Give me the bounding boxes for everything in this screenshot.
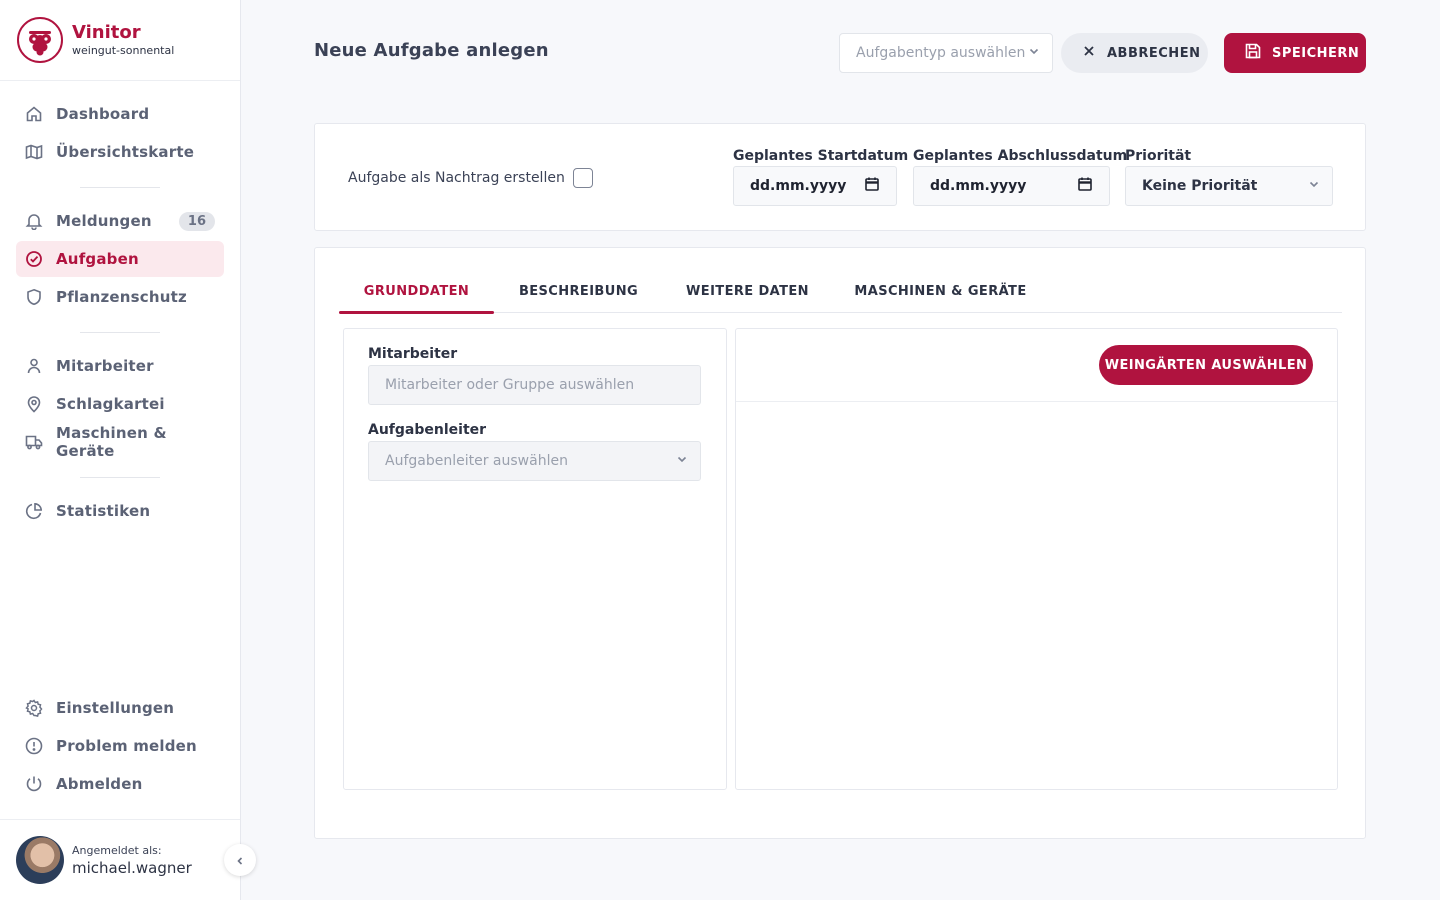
map-icon [25,143,43,161]
nav-work: Meldungen 16 Aufgaben Pflanzenschutz [16,203,224,315]
sidebar-item-machines[interactable]: Maschinen & Geräte [16,424,224,460]
map-pin-icon [25,395,43,413]
chevron-down-icon [1028,45,1040,61]
sidebar-item-settings[interactable]: Einstellungen [16,690,224,726]
nav-main: Dashboard Übersichtskarte [16,96,224,170]
sidebar-item-label: Mitarbeiter [56,357,154,375]
tenant-name: weingut-sonnental [72,44,175,57]
truck-icon [25,433,43,451]
sidebar-item-field-index[interactable]: Schlagkartei [16,386,224,422]
calendar-icon[interactable] [1077,176,1093,196]
start-date-label: Geplantes Startdatum [733,148,909,164]
sidebar-item-label: Schlagkartei [56,395,165,413]
power-icon [25,775,43,793]
cancel-label: ABBRECHEN [1107,45,1201,61]
calendar-icon[interactable] [864,176,880,196]
sidebar-item-tasks[interactable]: Aufgaben [16,241,224,277]
supplement-option: Aufgabe als Nachtrag erstellen [348,168,593,188]
sidebar-item-label: Maschinen & Geräte [56,424,167,460]
logged-in-label: Angemeldet als: [72,843,162,857]
sidebar-item-logout[interactable]: Abmelden [16,766,224,802]
basic-data-panel: Mitarbeiter Mitarbeiter oder Gruppe ausw… [343,328,727,790]
brand-name: Vinitor [72,22,141,43]
sidebar-item-label: Aufgaben [56,250,139,268]
nav-divider [80,332,160,333]
sidebar-item-label: Dashboard [56,105,150,123]
avatar [16,836,64,884]
chevron-down-icon [1308,178,1320,194]
leader-label: Aufgabenleiter [368,422,487,438]
end-date-value: dd.mm.yyyy [930,178,1027,194]
employees-label: Mitarbeiter [368,346,458,362]
sidebar-item-report-problem[interactable]: Problem melden [16,728,224,764]
task-type-select[interactable]: Aufgabentyp auswählen [839,33,1053,73]
employees-placeholder: Mitarbeiter oder Gruppe auswählen [385,377,635,393]
check-circle-icon [25,250,43,268]
gear-icon [25,699,43,717]
nav-footer: Einstellungen Problem melden Abmelden [16,690,224,802]
leader-select[interactable]: Aufgabenleiter auswählen [368,441,701,481]
sidebar-item-label: Statistiken [56,502,151,520]
shield-icon [25,288,43,306]
brand[interactable]: Vinitor weingut-sonnental [0,0,240,81]
end-date-input[interactable]: dd.mm.yyyy [913,166,1110,206]
nav-data: Mitarbeiter Schlagkartei Maschinen & Ger… [16,348,224,460]
leader-placeholder: Aufgabenleiter auswählen [385,453,568,469]
sidebar: Vinitor weingut-sonnental Dashboard Über… [0,0,241,900]
sidebar-item-label: Meldungen [56,212,152,230]
start-date-input[interactable]: dd.mm.yyyy [733,166,897,206]
tab-further-data[interactable]: WEITERE DATEN [663,270,832,313]
sidebar-item-plant-protection[interactable]: Pflanzenschutz [16,279,224,315]
task-options-card: Aufgabe als Nachtrag erstellen Geplantes… [314,123,1366,231]
sidebar-item-map[interactable]: Übersichtskarte [16,134,224,170]
end-date-label: Geplantes Abschlussdatum [913,148,1128,164]
chevron-down-icon [676,453,688,469]
save-icon [1244,42,1262,64]
employees-input[interactable]: Mitarbeiter oder Gruppe auswählen [368,365,701,405]
user-info[interactable]: Angemeldet als: michael.wagner [0,819,240,900]
priority-value: Keine Priorität [1142,178,1258,194]
priority-label: Priorität [1125,148,1192,164]
sidebar-item-notifications[interactable]: Meldungen 16 [16,203,224,239]
sidebar-item-label: Problem melden [56,737,197,755]
tab-bar: GRUNDDATEN BESCHREIBUNG WEITERE DATEN MA… [339,270,1342,314]
save-label: SPEICHERN [1272,45,1360,61]
sidebar-item-label: Einstellungen [56,699,175,717]
chevron-left-icon [235,851,245,870]
supplement-label: Aufgabe als Nachtrag erstellen [348,170,565,186]
sidebar-item-label: Pflanzenschutz [56,288,187,306]
supplement-checkbox[interactable] [572,168,593,188]
task-type-placeholder: Aufgabentyp auswählen [856,45,1026,61]
vineyards-panel-header: WEINGÄRTEN AUSWÄHLEN [736,329,1337,402]
page-title: Neue Aufgabe anlegen [314,40,549,61]
notifications-count-badge: 16 [178,211,215,231]
tab-basic-data[interactable]: GRUNDDATEN [339,270,494,314]
nav-divider [80,187,160,188]
alert-circle-icon [25,737,43,755]
grape-logo-icon [17,17,63,63]
username: michael.wagner [72,858,192,877]
bell-icon [25,212,43,230]
sidebar-item-statistics[interactable]: Statistiken [16,493,224,529]
priority-select[interactable]: Keine Priorität [1125,166,1333,206]
collapse-sidebar-button[interactable] [224,844,256,876]
pie-chart-icon [25,502,43,520]
user-icon [25,357,43,375]
tab-description[interactable]: BESCHREIBUNG [494,270,663,313]
sidebar-item-dashboard[interactable]: Dashboard [16,96,224,132]
task-form-card: GRUNDDATEN BESCHREIBUNG WEITERE DATEN MA… [314,247,1366,839]
sidebar-item-label: Abmelden [56,775,143,793]
nav-stats: Statistiken [16,493,224,529]
sidebar-item-employees[interactable]: Mitarbeiter [16,348,224,384]
tab-machines[interactable]: MASCHINEN & GERÄTE [832,270,1049,313]
home-icon [25,105,43,123]
select-vineyards-button[interactable]: WEINGÄRTEN AUSWÄHLEN [1099,345,1313,385]
start-date-value: dd.mm.yyyy [750,178,847,194]
nav-divider [80,477,160,478]
sidebar-item-label: Übersichtskarte [56,143,195,161]
save-button[interactable]: SPEICHERN [1224,33,1366,73]
cancel-button[interactable]: ABBRECHEN [1061,33,1208,73]
vineyards-panel: WEINGÄRTEN AUSWÄHLEN [735,328,1338,790]
close-icon [1083,45,1095,61]
